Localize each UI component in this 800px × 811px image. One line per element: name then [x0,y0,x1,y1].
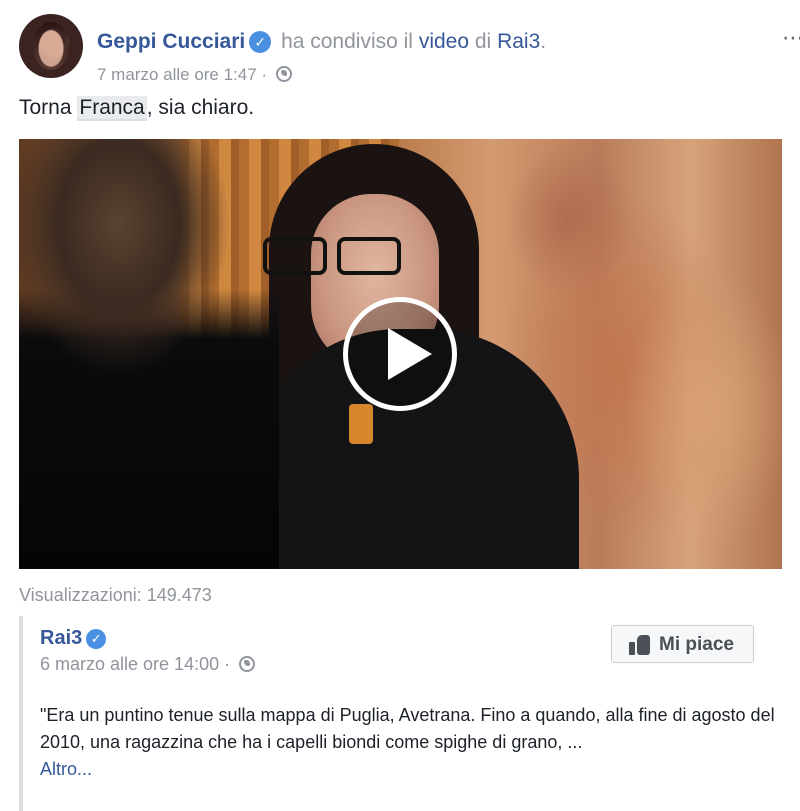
video-player[interactable] [19,139,782,569]
shared-timestamp-line: 6 marzo alle ore 14:00 · [40,654,256,675]
shared-description: "Era un puntino tenue sulla mappa di Pug… [40,702,782,783]
author-name-link[interactable]: Geppi Cucciari [97,30,245,53]
shared-timestamp[interactable]: 6 marzo alle ore 14:00 · [40,654,230,674]
video-glasses [263,237,403,275]
source-page-link[interactable]: Rai3 [497,30,540,53]
post-header-line: Geppi Cucciari ✓ ha condiviso il video di… [97,30,546,54]
view-count: Visualizzazioni: 149.473 [19,585,212,605]
trailing-period: . [540,30,547,53]
verified-badge-icon: ✓ [249,31,272,53]
thumbs-up-icon [629,635,651,655]
mention-link[interactable]: Franca [77,96,147,121]
post-header: Geppi Cucciari ✓ ha condiviso il video di… [19,14,800,84]
video-link[interactable]: video [419,30,469,53]
verified-badge-icon: ✓ [86,629,107,649]
more-options-icon[interactable]: ⋯ [782,27,800,49]
shared-video-card: Rai3 ✓ 6 marzo alle ore 14:00 · Mi piace … [19,616,782,811]
post-timestamp[interactable]: 7 marzo alle ore 1:47 · [97,65,267,84]
post-text-after: , sia chiaro. [146,96,255,119]
video-collar [349,404,373,444]
shared-page-link[interactable]: Rai3 [40,627,82,649]
author-avatar[interactable] [19,14,83,78]
post-message: Torna Franca, sia chiaro. [19,96,255,121]
connector-text: di [474,30,492,53]
shared-description-text: "Era un puntino tenue sulla mappa di Pug… [40,705,775,752]
shared-page-title: Rai3 ✓ [40,627,110,650]
globe-icon[interactable] [275,66,292,82]
play-button[interactable] [343,297,457,411]
see-more-link[interactable]: Altro... [40,759,92,779]
like-page-button[interactable]: Mi piace [611,625,754,663]
action-text: ha condiviso il [281,30,413,53]
globe-icon[interactable] [239,656,256,672]
like-button-label: Mi piace [659,634,734,655]
post-timestamp-line: 7 marzo alle ore 1:47 · [97,65,292,85]
video-interviewer [19,139,279,569]
post-text-before: Torna [19,96,78,119]
play-icon [388,328,432,380]
